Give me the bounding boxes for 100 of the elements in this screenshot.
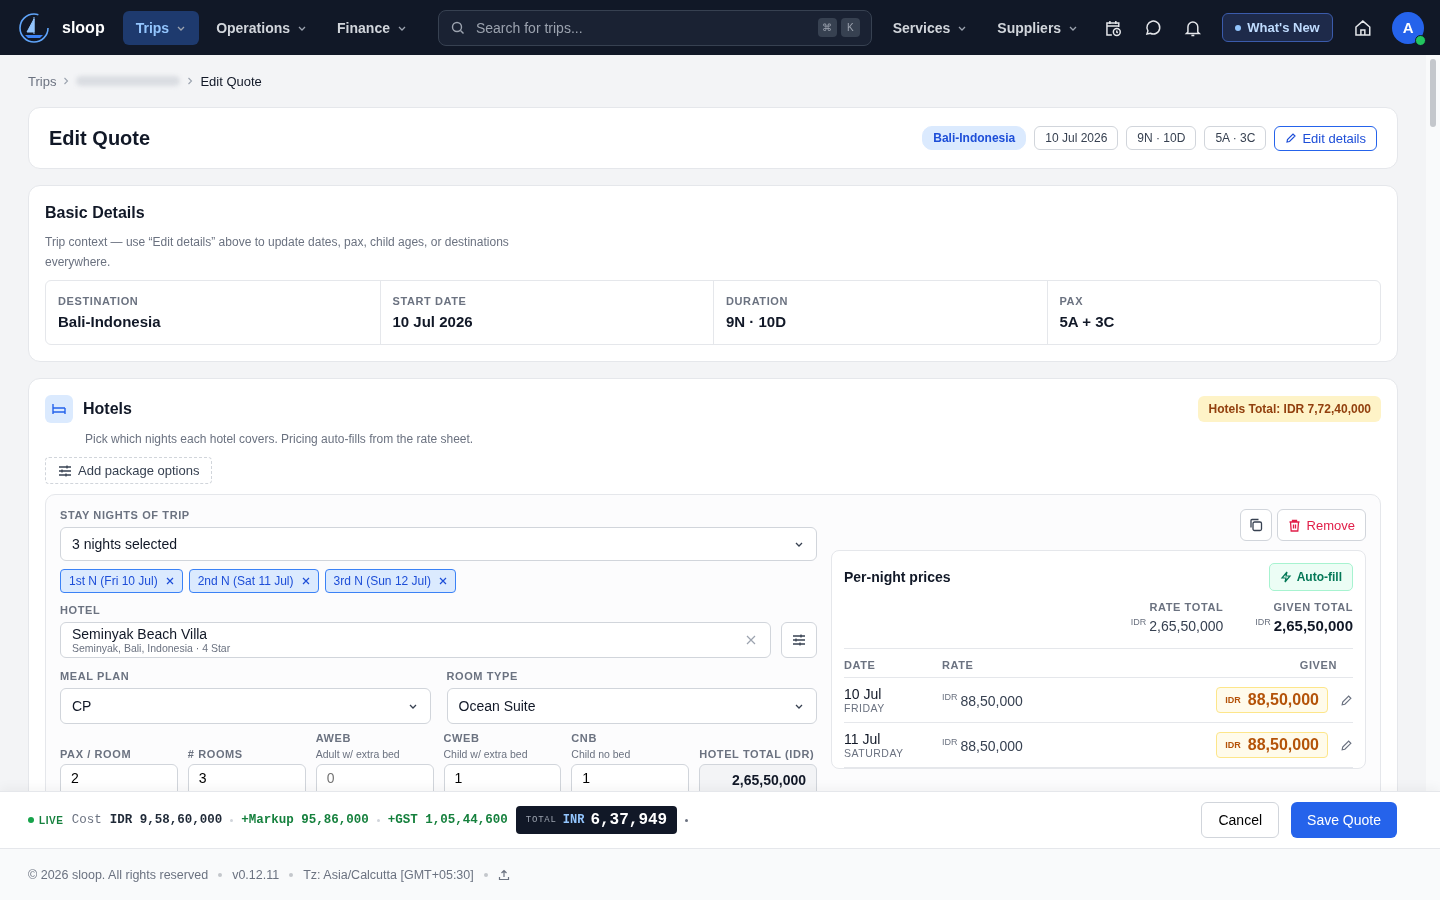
- trip-tag: 9N · 10D: [1126, 126, 1197, 150]
- night-date: 10 Jul: [844, 686, 883, 702]
- field-value: 9N · 10D: [726, 313, 788, 330]
- number-input[interactable]: 2: [60, 764, 178, 791]
- given-price-badge[interactable]: IDR 88,50,000: [1216, 687, 1328, 713]
- remove-button[interactable]: Remove: [1276, 509, 1366, 541]
- currency-label: IDR: [942, 736, 958, 747]
- field-value: Bali-Indonesia: [58, 313, 162, 330]
- save-quote-button[interactable]: Save Quote: [1291, 802, 1397, 838]
- field-label: # ROOMS: [187, 748, 244, 760]
- duplicate-button[interactable]: [1239, 509, 1272, 541]
- nav-menu[interactable]: Services: [879, 10, 981, 45]
- scrollbar[interactable]: [1426, 55, 1440, 791]
- upload-icon[interactable]: [497, 868, 510, 881]
- currency-label: IDR: [942, 691, 958, 702]
- given-price-badge[interactable]: IDR 88,50,000: [1216, 732, 1328, 758]
- brand-name: sloop: [62, 18, 105, 37]
- sliders-icon: [792, 633, 806, 647]
- whats-new-button[interactable]: What's New: [1222, 13, 1333, 42]
- weekday-label: SATURDAY: [844, 747, 905, 759]
- trip-tag: Bali-Indonesia: [922, 126, 1027, 150]
- rate-value: 88,50,000: [960, 737, 1023, 754]
- column-header: GIVEN: [1299, 659, 1338, 671]
- search-icon: [450, 20, 465, 35]
- column-header: RATE: [942, 659, 975, 671]
- nav-menu[interactable]: Trips: [122, 10, 200, 45]
- nights-select[interactable]: 3 nights selected: [60, 527, 817, 561]
- field-label: DURATION: [726, 295, 790, 307]
- field-label: ROOM TYPE: [446, 670, 519, 682]
- add-package-options-button[interactable]: Add package options: [45, 457, 213, 484]
- field-value: 10 Jul 2026: [392, 313, 474, 330]
- close-icon[interactable]: [301, 577, 310, 585]
- dropdown-field[interactable]: Ocean Suite: [446, 688, 817, 724]
- section-description: Pick which nights each hotel covers. Pricing auto-fills from the rate sheet.: [85, 431, 475, 448]
- hotel-total-field: 2,65,50,000: [699, 764, 817, 791]
- close-icon[interactable]: [165, 577, 174, 585]
- filter-button[interactable]: [781, 622, 817, 658]
- field-label: CNB: [571, 732, 598, 744]
- nav-menu[interactable]: Suppliers: [984, 10, 1092, 45]
- field-hint: Adult w/ extra bed: [315, 748, 401, 760]
- field-label: MEAL PLAN: [60, 670, 131, 682]
- pencil-icon[interactable]: [1340, 738, 1353, 752]
- number-input[interactable]: 0: [315, 764, 434, 791]
- number-input[interactable]: 3: [187, 764, 306, 791]
- timezone-text: Tz: Asia/Calcutta [GMT+05:30]: [303, 867, 474, 882]
- sailboat-logo-icon: [18, 11, 50, 44]
- edit-details-button[interactable]: Edit details: [1274, 125, 1377, 151]
- night-chip[interactable]: 3rd N (Sun 12 Jul): [324, 569, 456, 593]
- cancel-button[interactable]: Cancel: [1201, 802, 1280, 838]
- field-value: 5A + 3C: [1059, 313, 1116, 330]
- close-icon[interactable]: [438, 577, 447, 585]
- gst-value: +GST 1,05,44,600: [387, 813, 508, 827]
- night-chip[interactable]: 1st N (Fri 10 Jul): [60, 569, 183, 593]
- lightning-icon: [1279, 571, 1292, 583]
- hotel-name: Seminyak Beach Villa: [72, 625, 209, 642]
- weekday-label: FRIDAY: [844, 702, 886, 714]
- total-label: GIVEN TOTAL: [1272, 601, 1353, 613]
- sliders-icon: [58, 463, 72, 478]
- field-label: DESTINATION: [58, 295, 140, 307]
- breadcrumb-current: Edit Quote: [200, 73, 262, 89]
- cost-value: IDR 9,58,60,000: [109, 813, 223, 827]
- copyright-text: © 2026 sloop. All rights reserved: [28, 867, 209, 882]
- panel-title: Per-night prices: [844, 569, 951, 585]
- currency-label: IDR: [1255, 617, 1271, 627]
- chevron-right-icon: [63, 77, 70, 85]
- auto-fill-button[interactable]: Auto-fill: [1268, 563, 1353, 591]
- column-header: DATE: [844, 659, 877, 671]
- user-avatar[interactable]: A: [1392, 11, 1424, 44]
- rate-value: 88,50,000: [960, 692, 1023, 709]
- field-label: AWEB: [315, 732, 353, 744]
- given-total-value: 2,65,50,000: [1273, 617, 1353, 634]
- field-label: HOTEL TOTAL (IDR): [699, 748, 816, 760]
- pencil-icon: [1285, 132, 1298, 144]
- number-input[interactable]: 1: [443, 764, 562, 791]
- number-input[interactable]: 1: [571, 764, 690, 791]
- night-chip[interactable]: 2nd N (Sat 11 Jul): [188, 569, 319, 593]
- nav-menu[interactable]: Finance: [324, 10, 420, 45]
- trash-icon: [1287, 518, 1301, 532]
- home-icon[interactable]: [1352, 17, 1373, 38]
- trip-tag: 5A · 3C: [1204, 126, 1267, 150]
- section-description: Trip context — use “Edit details” above to update dates, pax, child ages, or destinations everywhere.: [45, 234, 510, 271]
- pencil-icon[interactable]: [1340, 693, 1353, 707]
- field-label: CWEB: [443, 732, 481, 744]
- hotel-field[interactable]: Seminyak Beach Villa Seminyak, Bali, Indonesia · 4 Star: [60, 622, 771, 658]
- chevron-right-icon: [187, 77, 194, 85]
- section-title: Basic Details: [45, 204, 146, 222]
- breadcrumb-link[interactable]: Trips: [28, 73, 57, 89]
- field-label: HOTEL: [60, 604, 102, 616]
- copy-icon: [1248, 518, 1263, 532]
- hotels-total-badge: Hotels Total: IDR 7,72,40,000: [1198, 396, 1381, 422]
- nav-menu[interactable]: Operations: [203, 10, 321, 45]
- markup-value: +Markup 95,86,000: [241, 813, 369, 827]
- field-label: PAX / ROOM: [60, 748, 133, 760]
- cost-label: Cost: [71, 813, 102, 827]
- currency-label: IDR: [1130, 617, 1147, 627]
- field-hint: Child no bed: [571, 748, 632, 760]
- page-title: Edit Quote: [49, 126, 151, 150]
- live-indicator: LIVE: [28, 814, 64, 826]
- dropdown-field[interactable]: CP: [60, 688, 431, 724]
- total-badge: TOTAL INR 6,37,949: [515, 806, 678, 834]
